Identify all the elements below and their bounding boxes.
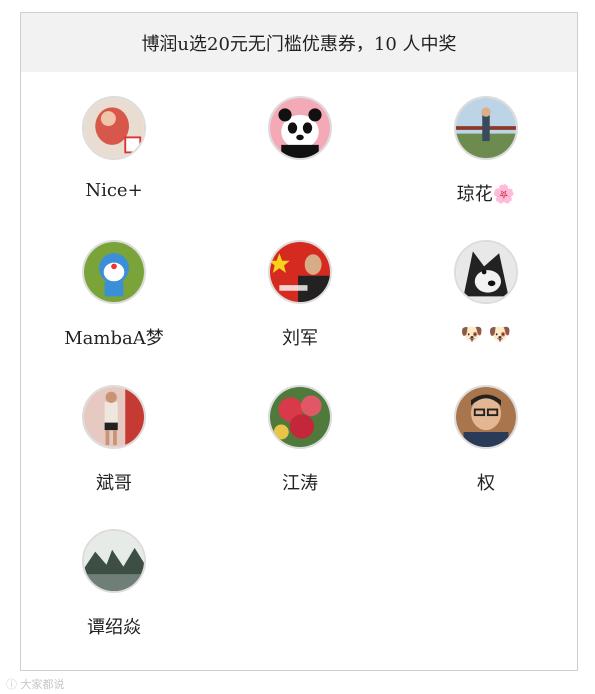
winner-name: 斌哥: [96, 473, 132, 494]
winner-name: 刘军: [282, 328, 318, 349]
person-railing-avatar[interactable]: [454, 96, 518, 160]
man-flag-avatar[interactable]: [268, 240, 332, 304]
panda-avatar[interactable]: [268, 96, 332, 160]
winner-name: 权: [477, 473, 495, 494]
husky-avatar[interactable]: [454, 240, 518, 304]
winner-item[interactable]: Nice+: [21, 96, 207, 201]
winner-item[interactable]: 刘军: [207, 240, 393, 350]
winner-name: Nice+: [85, 180, 143, 201]
watermark: ⓘ 大家都说: [6, 678, 65, 691]
winner-name: MambaA梦: [64, 328, 164, 349]
peony-avatar[interactable]: [268, 385, 332, 449]
winner-item[interactable]: 江涛: [207, 385, 393, 495]
winner-item[interactable]: 谭绍焱: [21, 529, 207, 639]
card-title: 博润u选20元无门槛优惠券，10 人中奖: [141, 33, 457, 55]
winner-name: 江涛: [282, 473, 318, 494]
winner-item[interactable]: 权: [393, 385, 579, 495]
winner-item[interactable]: 🐶 🐶: [393, 240, 579, 345]
winner-item[interactable]: 斌哥: [21, 385, 207, 495]
landscape-avatar[interactable]: [82, 529, 146, 593]
winners-card: 博润u选20元无门槛优惠券，10 人中奖 Nice+ 琼花🌸 MambaA梦 刘…: [20, 12, 578, 671]
winner-item[interactable]: MambaA梦: [21, 240, 207, 350]
doraemon-avatar[interactable]: [82, 240, 146, 304]
runner-avatar[interactable]: [82, 385, 146, 449]
young-man-avatar[interactable]: [454, 385, 518, 449]
winner-name: 谭绍焱: [87, 617, 141, 638]
winner-item[interactable]: [207, 96, 393, 180]
red-mascot-avatar[interactable]: [82, 96, 146, 160]
winner-name: 琼花🌸: [456, 184, 516, 205]
winner-name: 🐶 🐶: [460, 324, 512, 345]
card-header: 博润u选20元无门槛优惠券，10 人中奖: [21, 13, 577, 72]
winner-item[interactable]: 琼花🌸: [393, 96, 579, 206]
